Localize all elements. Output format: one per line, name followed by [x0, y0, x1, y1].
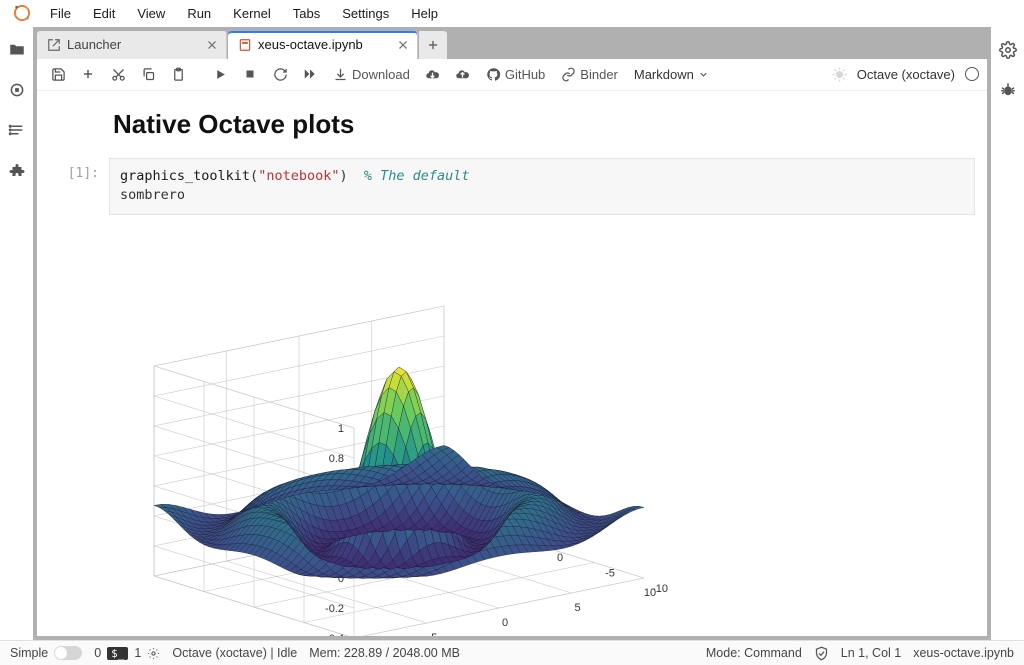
simple-label: Simple	[10, 646, 48, 660]
debugger-icon[interactable]	[999, 81, 1017, 99]
simple-toggle[interactable]: Simple	[10, 646, 82, 660]
menu-edit[interactable]: Edit	[83, 2, 125, 25]
github-label: GitHub	[505, 67, 545, 82]
markdown-heading[interactable]: Native Octave plots	[113, 109, 975, 140]
download-button[interactable]: Download	[327, 61, 416, 87]
menu-view[interactable]: View	[127, 2, 175, 25]
kernel-name[interactable]: Octave (xoctave)	[857, 67, 961, 82]
toc-icon[interactable]	[8, 121, 26, 139]
debug-button[interactable]	[827, 61, 853, 87]
cell-prompt: [1]:	[49, 158, 109, 181]
close-icon[interactable]	[397, 39, 409, 51]
surface-plot: -0.4-0.200.20.40.60.81 -10-50510 -10-505…	[109, 225, 669, 636]
trust-icon[interactable]	[814, 646, 829, 661]
right-sidebar	[991, 27, 1024, 640]
menu-run[interactable]: Run	[177, 2, 221, 25]
svg-text:1: 1	[338, 423, 344, 435]
svg-text:0.8: 0.8	[329, 453, 344, 465]
tabs-count[interactable]: 0 $_ 1	[94, 646, 160, 660]
add-cell-button[interactable]	[75, 61, 101, 87]
kernel-status[interactable]: Octave (xoctave) | Idle	[172, 646, 297, 660]
gear-icon	[147, 647, 160, 660]
running-icon[interactable]	[8, 81, 26, 99]
menu-help[interactable]: Help	[401, 2, 448, 25]
cell-output: -0.4-0.200.20.40.60.81 -10-50510 -10-505…	[109, 225, 975, 636]
chevron-down-icon	[698, 69, 709, 80]
github-button[interactable]: GitHub	[480, 61, 551, 87]
notebook-body[interactable]: Native Octave plots [1]: graphics_toolki…	[37, 91, 987, 636]
terminal-badge-icon: $_	[107, 647, 128, 660]
save-button[interactable]	[45, 61, 71, 87]
tab-label: Launcher	[67, 37, 121, 52]
tab-launcher[interactable]: Launcher	[37, 31, 227, 59]
celltype-select[interactable]: Markdown	[628, 67, 715, 82]
toggle-icon	[54, 646, 82, 660]
tab-label: xeus-octave.ipynb	[258, 37, 363, 52]
statusbar: Simple 0 $_ 1 Octave (xoctave) | Idle Mem:…	[0, 640, 1024, 665]
menu-settings[interactable]: Settings	[332, 2, 399, 25]
left-sidebar	[0, 27, 33, 640]
svg-text:0: 0	[557, 552, 563, 564]
menubar: File Edit View Run Kernel Tabs Settings …	[0, 0, 1024, 27]
code-token: "notebook"	[258, 168, 339, 184]
svg-text:-10: -10	[652, 583, 668, 595]
cloud-upload-button[interactable]	[450, 61, 476, 87]
workspace: Launcher xeus-octave.ipynb	[33, 27, 991, 640]
restart-button[interactable]	[267, 61, 293, 87]
download-label: Download	[352, 67, 410, 82]
svg-text:5: 5	[574, 602, 580, 614]
menu-tabs[interactable]: Tabs	[283, 2, 330, 25]
menu-file[interactable]: File	[40, 2, 81, 25]
celltype-label: Markdown	[634, 67, 694, 82]
tab-bar: Launcher xeus-octave.ipynb	[37, 31, 987, 59]
jupyter-logo-icon	[12, 3, 32, 23]
count-label: 1	[134, 646, 141, 660]
runall-button[interactable]	[297, 61, 323, 87]
svg-text:-0.2: -0.2	[325, 603, 344, 615]
kernel-indicator-icon[interactable]	[965, 67, 979, 81]
binder-button[interactable]: Binder	[555, 61, 624, 87]
close-icon[interactable]	[206, 39, 218, 51]
mem-status: Mem: 228.89 / 2048.00 MB	[309, 646, 460, 660]
notebook-toolbar: Download GitHub Binder Markdown Octave (…	[37, 59, 987, 91]
svg-text:-0.4: -0.4	[325, 633, 344, 636]
cloud-download-button[interactable]	[420, 61, 446, 87]
svg-text:-5: -5	[428, 632, 438, 636]
folder-icon[interactable]	[8, 41, 26, 59]
copy-button[interactable]	[135, 61, 161, 87]
launcher-icon	[47, 38, 61, 52]
tab-notebook[interactable]: xeus-octave.ipynb	[228, 31, 418, 59]
svg-text:-5: -5	[605, 567, 615, 579]
stop-button[interactable]	[237, 61, 263, 87]
count-label: 0	[94, 646, 101, 660]
svg-text:0: 0	[502, 617, 508, 629]
inspector-icon[interactable]	[999, 41, 1017, 59]
paste-button[interactable]	[165, 61, 191, 87]
run-button[interactable]	[207, 61, 233, 87]
notebook-icon	[238, 38, 252, 52]
code-token: graphics_toolkit	[120, 168, 250, 184]
menu-kernel[interactable]: Kernel	[223, 2, 281, 25]
code-cell[interactable]: [1]: graphics_toolkit("notebook") % The …	[49, 158, 975, 215]
code-token: % The default	[364, 168, 470, 184]
code-editor[interactable]: graphics_toolkit("notebook") % The defau…	[109, 158, 975, 215]
code-token: sombrero	[120, 187, 185, 203]
file-status[interactable]: xeus-octave.ipynb	[913, 646, 1014, 660]
mode-status: Mode: Command	[706, 646, 802, 660]
extensions-icon[interactable]	[8, 161, 26, 179]
ln-col-status[interactable]: Ln 1, Col 1	[841, 646, 901, 660]
new-tab-button[interactable]	[419, 31, 447, 59]
cut-button[interactable]	[105, 61, 131, 87]
binder-label: Binder	[580, 67, 618, 82]
